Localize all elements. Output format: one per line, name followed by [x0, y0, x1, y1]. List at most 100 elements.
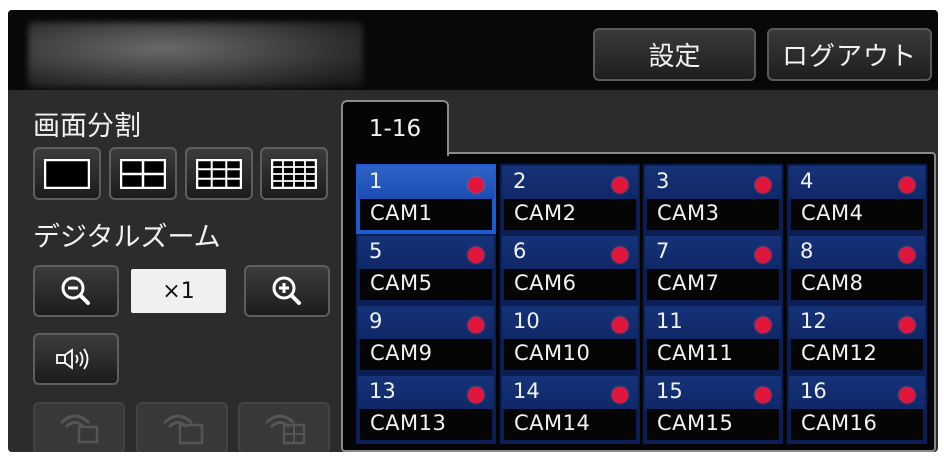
camera-number-band: 9	[358, 306, 494, 341]
wireless-multi-button[interactable]	[136, 402, 228, 452]
camera-name: CAM14	[514, 411, 591, 435]
wireless-screen-icon	[162, 414, 204, 445]
camera-number: 13	[369, 379, 396, 403]
camera-number-band: 15	[645, 376, 781, 411]
camera-name: CAM12	[801, 341, 878, 365]
tab-1-16[interactable]: 1-16	[341, 100, 449, 156]
camera-cell[interactable]: 13 CAM13	[356, 374, 496, 444]
camera-number-band: 10	[502, 306, 638, 341]
recording-indicator-icon	[612, 177, 628, 193]
camera-number: 3	[656, 169, 670, 193]
camera-number: 6	[513, 239, 527, 263]
camera-name-band: CAM13	[358, 409, 494, 442]
camera-cell[interactable]: 11 CAM11	[643, 304, 783, 374]
camera-cell[interactable]: 8 CAM8	[787, 234, 927, 304]
camera-number-band: 16	[789, 376, 925, 411]
camera-name: CAM10	[514, 341, 591, 365]
camera-number-band: 11	[645, 306, 781, 341]
wireless-single-button[interactable]	[33, 402, 125, 452]
split-4-button[interactable]	[109, 147, 177, 200]
camera-number: 1	[369, 169, 383, 193]
recording-indicator-icon	[612, 387, 628, 403]
camera-name-band: CAM8	[789, 269, 925, 302]
recording-indicator-icon	[755, 247, 771, 263]
blurred-logo	[28, 22, 363, 88]
camera-cell[interactable]: 16 CAM16	[787, 374, 927, 444]
camera-cell[interactable]: 2 CAM2	[500, 164, 640, 234]
recording-indicator-icon	[468, 177, 484, 193]
camera-number: 10	[513, 309, 540, 333]
camera-name: CAM7	[657, 271, 720, 295]
camera-cell[interactable]: 5 CAM5	[356, 234, 496, 304]
screen-split-label: 画面分割	[33, 111, 141, 142]
zoom-in-icon	[272, 276, 301, 305]
camera-number-band: 3	[645, 166, 781, 201]
camera-name-band: CAM16	[789, 409, 925, 442]
camera-name: CAM4	[801, 201, 864, 225]
camera-name: CAM16	[801, 411, 878, 435]
camera-cell[interactable]: 14 CAM14	[500, 374, 640, 444]
sixteen-screen-icon	[271, 158, 317, 189]
camera-name: CAM15	[657, 411, 734, 435]
logout-button[interactable]: ログアウト	[767, 28, 932, 81]
nine-screen-icon	[196, 158, 242, 189]
camera-name-band: CAM15	[645, 409, 781, 442]
camera-number: 7	[656, 239, 670, 263]
camera-number-band: 6	[502, 236, 638, 271]
camera-cell[interactable]: 9 CAM9	[356, 304, 496, 374]
recording-indicator-icon	[612, 247, 628, 263]
app-frame: 設定 ログアウト 画面分割 デジタルズーム ×1 1-16 1 CAM1 2 C…	[8, 10, 938, 452]
camera-cell[interactable]: 1 CAM1	[356, 164, 496, 234]
speaker-icon	[56, 348, 89, 370]
wireless-quad-icon	[264, 414, 306, 445]
camera-number: 2	[513, 169, 527, 193]
recording-indicator-icon	[468, 247, 484, 263]
camera-name-band: CAM11	[645, 339, 781, 372]
camera-cell[interactable]: 7 CAM7	[643, 234, 783, 304]
camera-number: 11	[656, 309, 683, 333]
camera-name-band: CAM3	[645, 199, 781, 232]
settings-button[interactable]: 設定	[593, 28, 756, 81]
recording-indicator-icon	[755, 387, 771, 403]
camera-cell[interactable]: 15 CAM15	[643, 374, 783, 444]
camera-name: CAM13	[370, 411, 447, 435]
camera-cell[interactable]: 4 CAM4	[787, 164, 927, 234]
camera-name-band: CAM7	[645, 269, 781, 302]
camera-number: 12	[800, 309, 827, 333]
zoom-in-button[interactable]	[244, 265, 330, 317]
camera-number: 16	[800, 379, 827, 403]
wireless-screen-icon	[59, 414, 99, 444]
zoom-out-button[interactable]	[33, 265, 119, 317]
camera-number-band: 8	[789, 236, 925, 271]
split-1-button[interactable]	[33, 147, 101, 200]
recording-indicator-icon	[755, 317, 771, 333]
camera-grid: 1 CAM1 2 CAM2 3 CAM3 4 CAM4 5 CAM5 6 CAM6 7 CAM7 8 CAM8…	[341, 152, 936, 452]
camera-cell[interactable]: 12 CAM12	[787, 304, 927, 374]
recording-indicator-icon	[468, 317, 484, 333]
camera-number-band: 1	[358, 166, 494, 201]
quad-screen-icon	[120, 158, 166, 189]
camera-name: CAM9	[370, 341, 433, 365]
camera-number-band: 14	[502, 376, 638, 411]
single-screen-icon	[44, 158, 90, 189]
zoom-level-display: ×1	[131, 269, 226, 313]
wireless-quad-button[interactable]	[238, 402, 330, 452]
recording-indicator-icon	[899, 177, 915, 193]
camera-name-band: CAM6	[502, 269, 638, 302]
audio-button[interactable]	[33, 333, 119, 385]
recording-indicator-icon	[899, 317, 915, 333]
camera-cell[interactable]: 10 CAM10	[500, 304, 640, 374]
recording-indicator-icon	[899, 247, 915, 263]
camera-name-band: CAM2	[502, 199, 638, 232]
zoom-out-icon	[61, 276, 90, 305]
camera-number: 14	[513, 379, 540, 403]
camera-cell[interactable]: 3 CAM3	[643, 164, 783, 234]
split-9-button[interactable]	[185, 147, 253, 200]
camera-name: CAM3	[657, 201, 720, 225]
camera-number-band: 13	[358, 376, 494, 411]
camera-name-band: CAM12	[789, 339, 925, 372]
camera-name: CAM1	[370, 201, 433, 225]
camera-cell[interactable]: 6 CAM6	[500, 234, 640, 304]
left-panel: 画面分割 デジタルズーム ×1	[8, 90, 338, 452]
split-16-button[interactable]	[260, 147, 328, 200]
